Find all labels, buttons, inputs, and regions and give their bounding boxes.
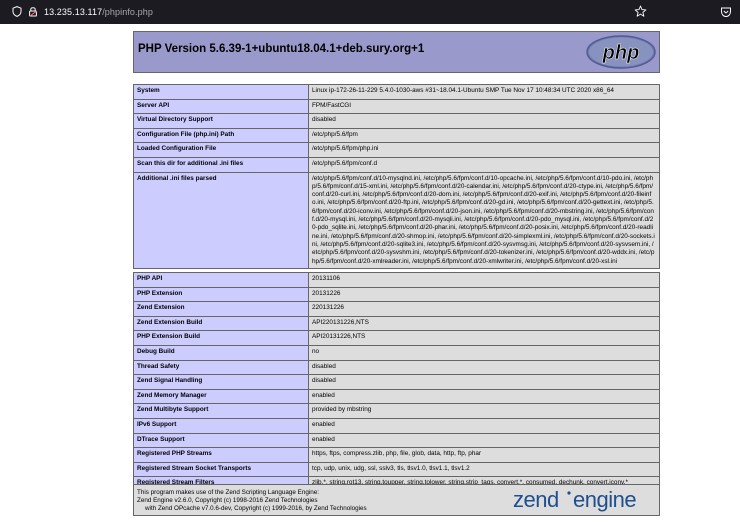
info-key: Zend Signal Handling [133, 374, 309, 390]
zend-credit-line: with Zend OPcache v7.0.6-dev, Copyright … [145, 505, 367, 512]
info-key: PHP Extension [133, 286, 309, 303]
table-row: Scan this dir for additional .ini files /… [133, 156, 660, 173]
info-value: Linux ip-172-26-11-229 5.4.0-1030-aws #3… [308, 84, 660, 100]
url-path: /phpinfo.php [102, 7, 153, 17]
table-row: Thread Safety disabled [133, 359, 660, 376]
info-value: disabled [308, 359, 660, 376]
table-row: PHP Extension 20131226 [133, 286, 660, 303]
table-row: DTrace Support enabled [133, 432, 660, 449]
table-row: Zend Memory Manager enabled [133, 388, 660, 405]
info-key: Additional .ini files parsed [133, 171, 309, 269]
info-key: Thread Safety [133, 359, 309, 376]
info-key: IPv6 Support [133, 417, 309, 434]
table-row: Zend Multibyte Support provided by mbstri… [133, 403, 660, 419]
engine-logo-word: engine [573, 487, 636, 512]
zend-credit-line: Zend Engine v2.6.0, Copyright (c) 1998-2… [137, 497, 318, 504]
info-value: FPM/FastCGI [308, 98, 660, 115]
info-value: provided by mbstring [308, 403, 660, 419]
zend-logo-dot [567, 491, 571, 495]
info-value: enabled [308, 388, 660, 405]
php-logo-text: php [602, 42, 640, 64]
info-value: /etc/php/5.6/fpm [308, 127, 660, 144]
pocket-icon[interactable] [720, 6, 732, 18]
info-key: Registered PHP Streams [133, 447, 309, 463]
zend-engine-logo[interactable]: zend engine [513, 487, 655, 513]
info-value: enabled [308, 432, 660, 449]
info-value: tcp, udp, unix, udg, ssl, sslv3, tls, tl… [308, 461, 660, 478]
phpinfo-page: PHP Version 5.6.39-1+ubuntu18.04.1+deb.s… [133, 31, 660, 73]
info-key: Virtual Directory Support [133, 113, 309, 129]
zend-logo-word: zend [513, 487, 559, 512]
table-row: Registered PHP Streams https, ftps, compr… [133, 447, 660, 463]
browser-toolbar: 13.235.13.117/phpinfo.php [0, 0, 740, 24]
shield-icon[interactable] [12, 6, 22, 17]
info-value: /etc/php/5.6/fpm/php.ini [308, 142, 660, 158]
table-row: Zend Extension Build API220131226,NTS [133, 315, 660, 332]
table-row: Virtual Directory Support disabled [133, 113, 660, 129]
info-key: Loaded Configuration File [133, 142, 309, 158]
url-host: 13.235.13.117 [44, 7, 103, 17]
table-row: Zend Extension 220131226 [133, 301, 660, 317]
info-key: PHP API [133, 272, 309, 288]
table-row: IPv6 Support enabled [133, 417, 660, 434]
info-value: 20131106 [308, 272, 660, 288]
info-key: Scan this dir for additional .ini files [133, 156, 309, 173]
build-info-table: PHP API 20131106 PHP Extension 20131226 Zend… [133, 272, 660, 492]
table-row: Configuration File (php.ini) Path/etc/ph… [133, 127, 660, 144]
lock-icon[interactable] [28, 6, 38, 17]
address-bar[interactable]: 13.235.13.117/phpinfo.php [44, 6, 153, 18]
info-key: Server API [133, 98, 309, 115]
table-row: Server API FPM/FastCGI [133, 98, 660, 115]
table-row: PHP API 20131106 [133, 272, 660, 288]
info-key: Registered Stream Socket Transports [133, 461, 309, 478]
info-value: 20131226 [308, 286, 660, 303]
info-key: System [133, 84, 309, 100]
info-value: API20131226,NTS [308, 330, 660, 346]
info-value: disabled [308, 113, 660, 129]
zend-credit-line: This program makes use of the Zend Scrip… [137, 489, 320, 496]
info-value: API220131226,NTS [308, 315, 660, 332]
table-row: Debug Build no [133, 344, 660, 361]
table-row: Registered Stream Socket Transports tcp, … [133, 461, 660, 478]
system-info-table: System Linux ip-172-26-11-229 5.4.0-1030-… [133, 84, 660, 269]
page-title: PHP Version 5.6.39-1+ubuntu18.04.1+deb.s… [138, 43, 425, 55]
info-key: PHP Extension Build [133, 330, 309, 346]
info-key: Zend Extension Build [133, 315, 309, 332]
info-value: 220131226 [308, 301, 660, 317]
info-key: Zend Multibyte Support [133, 403, 309, 419]
zend-credits: This program makes use of the Zend Scrip… [137, 489, 367, 513]
table-row: PHP Extension Build API20131226,NTS [133, 330, 660, 346]
bookmark-star-icon[interactable] [634, 5, 647, 18]
info-key: Zend Extension [133, 301, 309, 317]
info-key: Debug Build [133, 344, 309, 361]
info-key: Zend Memory Manager [133, 388, 309, 405]
info-value: /etc/php/5.6/fpm/conf.d/10-mysqlnd.ini, … [308, 171, 660, 269]
info-value: https, ftps, compress.zlib, php, file, g… [308, 447, 660, 463]
php-logo[interactable]: php [585, 34, 657, 70]
info-key: DTrace Support [133, 432, 309, 449]
table-row: System Linux ip-172-26-11-229 5.4.0-1030-… [133, 84, 660, 100]
php-version-header: PHP Version 5.6.39-1+ubuntu18.04.1+deb.s… [133, 31, 660, 73]
zend-engine-box: This program makes use of the Zend Scrip… [133, 484, 660, 516]
info-key: Configuration File (php.ini) Path [133, 127, 309, 144]
table-row: Additional .ini files parsed/etc/php/5.6… [133, 171, 660, 269]
table-row: Zend Signal Handling disabled [133, 374, 660, 390]
info-value: /etc/php/5.6/fpm/conf.d [308, 156, 660, 173]
info-value: disabled [308, 374, 660, 390]
info-value: no [308, 344, 660, 361]
info-value: enabled [308, 417, 660, 434]
table-row: Loaded Configuration File/etc/php/5.6/fp… [133, 142, 660, 158]
